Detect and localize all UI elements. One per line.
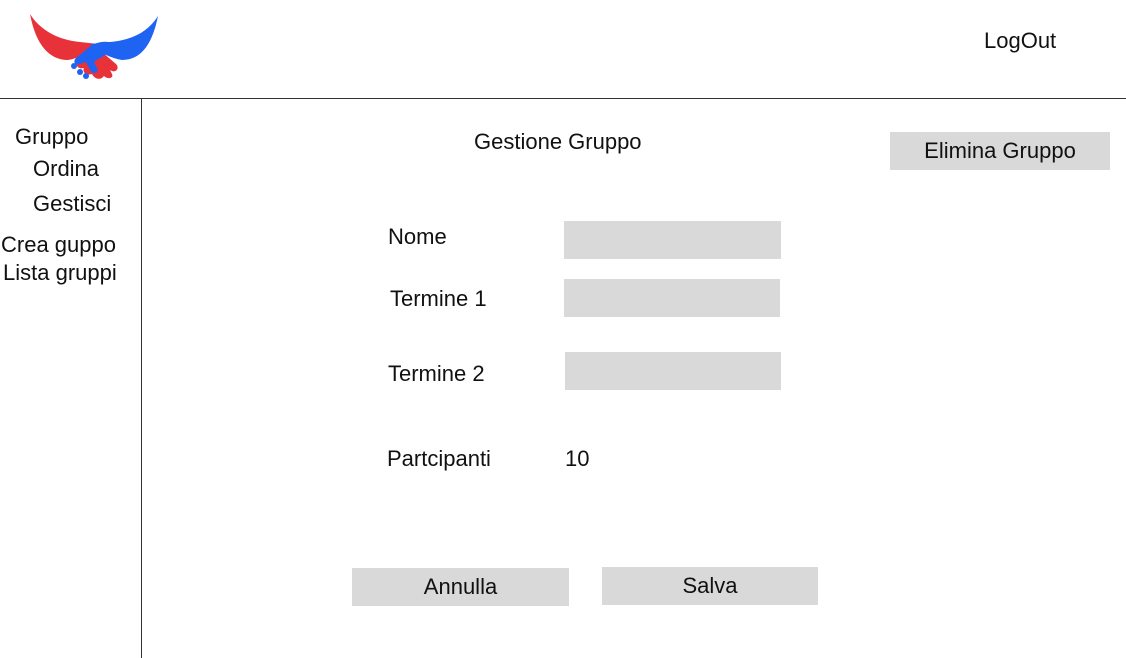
page-title: Gestione Gruppo xyxy=(474,129,642,154)
sidebar-item-lista-gruppi[interactable]: Lista gruppi xyxy=(3,260,117,286)
termine2-label: Termine 2 xyxy=(388,361,485,386)
save-button[interactable]: Salva xyxy=(602,567,818,605)
handshake-logo-icon xyxy=(30,14,158,79)
termine1-field[interactable] xyxy=(564,279,780,317)
logout-link[interactable]: LogOut xyxy=(984,28,1056,54)
header-divider xyxy=(0,98,1126,99)
sidebar-item-gestisci[interactable]: Gestisci xyxy=(33,191,111,217)
participants-value: 10 xyxy=(565,446,590,471)
termine1-label: Termine 1 xyxy=(390,286,487,311)
nome-label: Nome xyxy=(388,224,447,249)
sidebar-item-ordina[interactable]: Ordina xyxy=(33,156,99,182)
participants-label: Partcipanti xyxy=(387,446,491,471)
delete-group-button[interactable]: Elimina Gruppo xyxy=(890,132,1110,170)
sidebar-section-title: Gruppo xyxy=(15,124,89,149)
nome-field[interactable] xyxy=(564,221,781,259)
cancel-button[interactable]: Annulla xyxy=(352,568,569,606)
sidebar-divider xyxy=(141,99,142,658)
sidebar-item-crea-gruppo[interactable]: Crea guppo xyxy=(1,232,116,258)
termine2-field[interactable] xyxy=(565,352,781,390)
